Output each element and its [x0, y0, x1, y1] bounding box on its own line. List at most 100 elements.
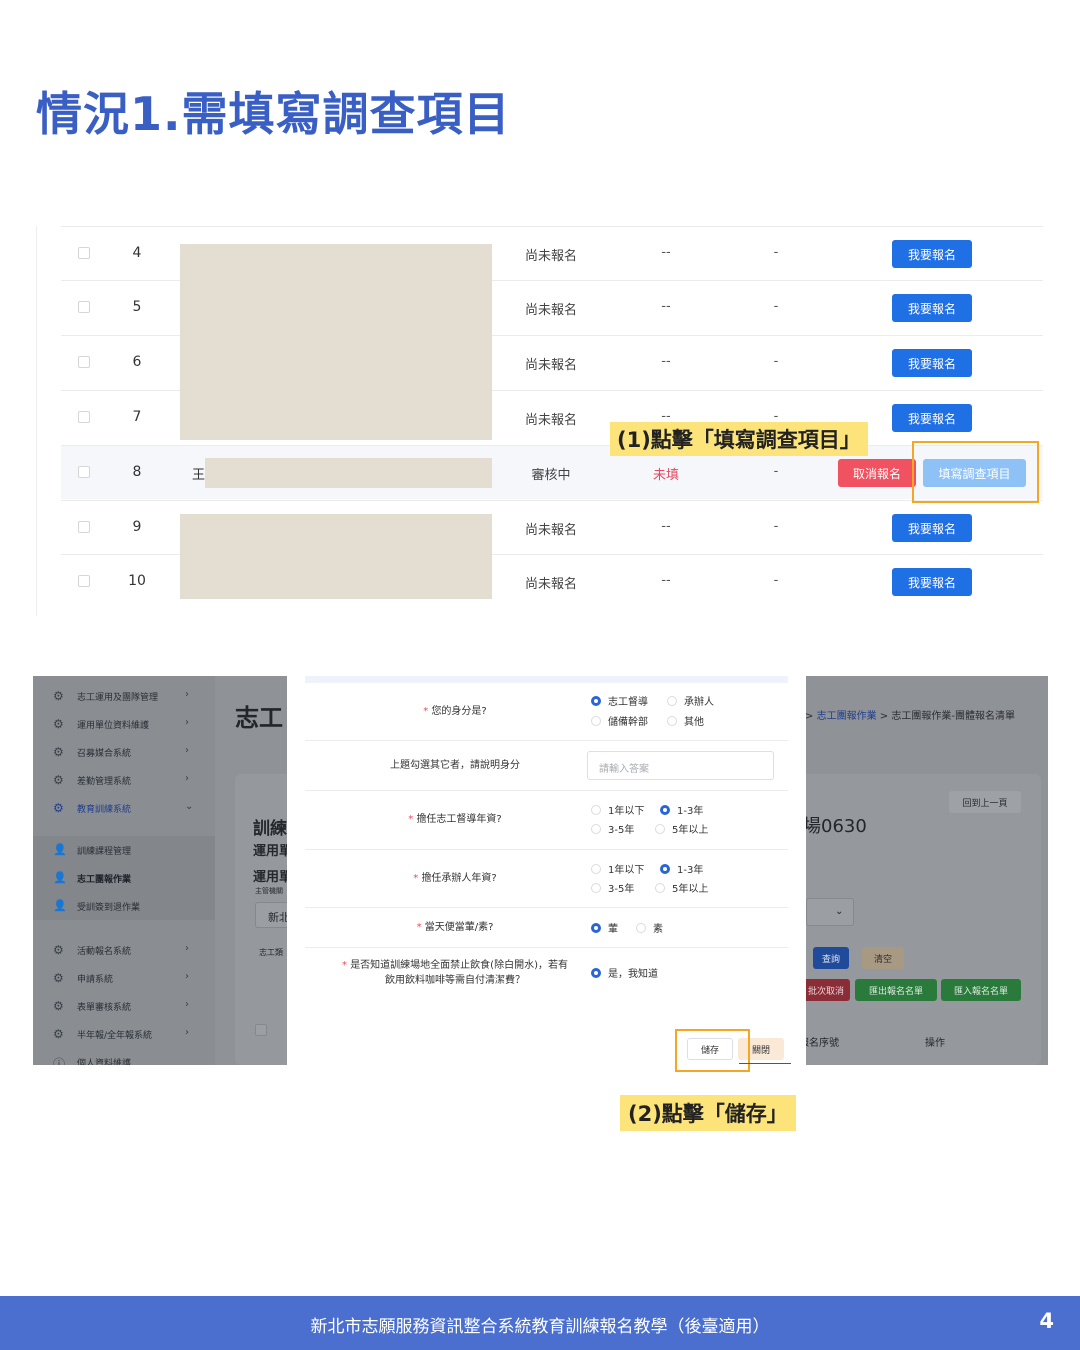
review-result: - — [773, 573, 779, 588]
export-button[interactable]: 匯出報名名單 — [855, 979, 937, 1001]
register-button[interactable]: 我要報名 — [892, 514, 972, 542]
row-checkbox[interactable] — [78, 356, 90, 368]
radio-option[interactable]: 1-3年 — [660, 802, 703, 817]
survey-status: -- — [661, 245, 671, 260]
sidebar-item-activity[interactable]: ⚙ 活動報名系統 › — [33, 936, 215, 964]
gear-icon: ⚙ — [53, 717, 64, 731]
registration-status: 尚未報名 — [524, 358, 577, 373]
registration-status: 審核中 — [531, 468, 571, 483]
radio-option[interactable]: 素 — [636, 920, 663, 935]
background-checkbox[interactable] — [255, 1024, 267, 1036]
name-cell: 王 — [192, 468, 206, 483]
review-result: - — [773, 299, 779, 314]
row-number: 6 — [132, 354, 142, 370]
register-button[interactable]: 我要報名 — [892, 568, 972, 596]
chevron-right-icon: › — [185, 773, 189, 784]
register-button[interactable]: 我要報名 — [892, 294, 972, 322]
radio-unchecked — [636, 923, 646, 933]
chevron-right-icon: › — [185, 1027, 189, 1038]
review-result: - — [773, 464, 779, 479]
radio-checked — [591, 923, 601, 933]
radio-unchecked — [591, 824, 601, 834]
radio-option[interactable]: 1年以下 — [591, 861, 644, 876]
registration-status: 尚未報名 — [524, 413, 577, 428]
radio-option[interactable]: 3-5年 — [591, 880, 634, 895]
radio-checked — [660, 864, 670, 874]
radio-option[interactable]: 是，我知道 — [591, 965, 658, 980]
registration-table: 4 尚未報名 -- - 我要報名 5 尚未報名 -- - 我要報名 6 尚未報名… — [36, 226, 1044, 616]
footer: 新北市志願服務資訊整合系統教育訓練報名教學（後臺適用） 4 — [0, 1296, 1080, 1350]
chevron-down-icon: ⌄ — [185, 801, 194, 812]
divider — [739, 1063, 791, 1064]
row-checkbox[interactable] — [78, 575, 90, 587]
sidebar-item-application[interactable]: ⚙ 申請系統 › — [33, 964, 215, 992]
gear-icon: ⚙ — [53, 943, 64, 957]
chevron-right-icon: › — [185, 717, 189, 728]
survey-status: -- — [661, 299, 671, 314]
sidebar-item-recruit[interactable]: ⚙ 召募媒合系統 › — [33, 738, 215, 766]
radio-option[interactable]: 其他 — [667, 713, 704, 728]
radio-checked — [591, 696, 601, 706]
back-button[interactable]: 回到上一頁 — [949, 791, 1021, 813]
background-dropdown[interactable]: ⌄ — [806, 898, 854, 926]
register-button[interactable]: 我要報名 — [892, 349, 972, 377]
row-number: 8 — [132, 464, 142, 480]
callout-save: (2)點擊「儲存」 — [620, 1095, 796, 1131]
row-number: 7 — [132, 409, 142, 425]
sidebar-subitem-checkin[interactable]: 👤 受訓簽到退作業 — [33, 892, 215, 920]
sidebar-subitem-course[interactable]: 👤 訓練課程管理 — [33, 836, 215, 864]
radio-option[interactable]: 1-3年 — [660, 861, 703, 876]
row-checkbox[interactable] — [78, 301, 90, 313]
sidebar-subitem-group-signup[interactable]: 👤 志工團報作業 — [33, 864, 215, 892]
radio-option[interactable]: 5年以上 — [655, 821, 708, 836]
radio-option[interactable]: 葷 — [591, 920, 618, 935]
row-number: 5 — [132, 299, 142, 315]
sidebar-item-report[interactable]: ⚙ 半年報/全年報系統 › — [33, 1020, 215, 1048]
other-identity-input[interactable]: 請輸入答案 — [587, 751, 774, 780]
redacted-names-block — [180, 244, 492, 440]
sidebar-item-form-review[interactable]: ⚙ 表單審核系統 › — [33, 992, 215, 1020]
sidebar-item-volunteer-team[interactable]: ⚙ 志工運用及團隊管理 › — [33, 682, 215, 710]
sidebar-item-profile[interactable]: ⓘ 個人資料維護 — [33, 1048, 215, 1065]
radio-option[interactable]: 承辦人 — [667, 693, 714, 708]
sidebar-item-attendance[interactable]: ⚙ 差勤管理系統 › — [33, 766, 215, 794]
radio-option[interactable]: 1年以下 — [591, 802, 644, 817]
info-icon: ⓘ — [53, 1057, 66, 1065]
row-checkbox[interactable] — [78, 521, 90, 533]
clear-button[interactable]: 清空 — [862, 947, 904, 969]
registration-status: 尚未報名 — [524, 249, 577, 264]
register-button[interactable]: 我要報名 — [892, 404, 972, 432]
question-supervisor-years: * 擔任志工督導年資? 1年以下 1-3年 3-5年 5年以上 — [305, 791, 788, 850]
radio-unchecked — [591, 805, 601, 815]
background-label: 志工類 — [259, 948, 283, 957]
row-checkbox[interactable] — [78, 466, 90, 478]
sidebar-item-unit-data[interactable]: ⚙ 運用單位資料維護 › — [33, 710, 215, 738]
radio-unchecked — [591, 716, 601, 726]
registration-status: 尚未報名 — [524, 523, 577, 538]
row-checkbox[interactable] — [78, 247, 90, 259]
radio-option[interactable]: 儲備幹部 — [591, 713, 648, 728]
background-label: 主管機關 — [255, 887, 283, 895]
gear-icon: ⚙ — [53, 971, 64, 985]
radio-option[interactable]: 3-5年 — [591, 821, 634, 836]
sidebar: ⚙ 志工運用及團隊管理 › ⚙ 運用單位資料維護 › ⚙ 召募媒合系統 › ⚙ 差勤管理系統 ›… — [33, 676, 215, 1065]
radio-option[interactable]: 5年以上 — [655, 880, 708, 895]
cancel-registration-button[interactable]: 取消報名 — [838, 459, 916, 487]
review-result: - — [773, 245, 779, 260]
gear-icon: ⚙ — [53, 1027, 64, 1041]
sidebar-item-training[interactable]: ⚙ 教育訓練系統 ⌄ — [33, 794, 215, 822]
register-button[interactable]: 我要報名 — [892, 240, 972, 268]
background-page-title: 志工 — [235, 704, 283, 732]
user-icon: 👤 — [53, 899, 67, 912]
import-button[interactable]: 匯入報名名單 — [941, 979, 1021, 1001]
row-checkbox[interactable] — [78, 411, 90, 423]
survey-modal-screenshot: ⚙ 志工運用及團隊管理 › ⚙ 運用單位資料維護 › ⚙ 召募媒合系統 › ⚙ 差勤管理系統 ›… — [33, 676, 1048, 1065]
course-code: 場0630 — [803, 816, 867, 837]
highlight-box-fill-survey — [912, 441, 1039, 503]
survey-status: -- — [661, 519, 671, 534]
search-button[interactable]: 查詢 — [813, 947, 849, 969]
radio-option[interactable]: 志工督導 — [591, 693, 648, 708]
table-row-highlighted: 8 王 審核中 未填 - 取消報名 填寫調查項目 — [61, 445, 1043, 499]
chevron-right-icon: › — [185, 689, 189, 700]
gear-icon: ⚙ — [53, 999, 64, 1013]
